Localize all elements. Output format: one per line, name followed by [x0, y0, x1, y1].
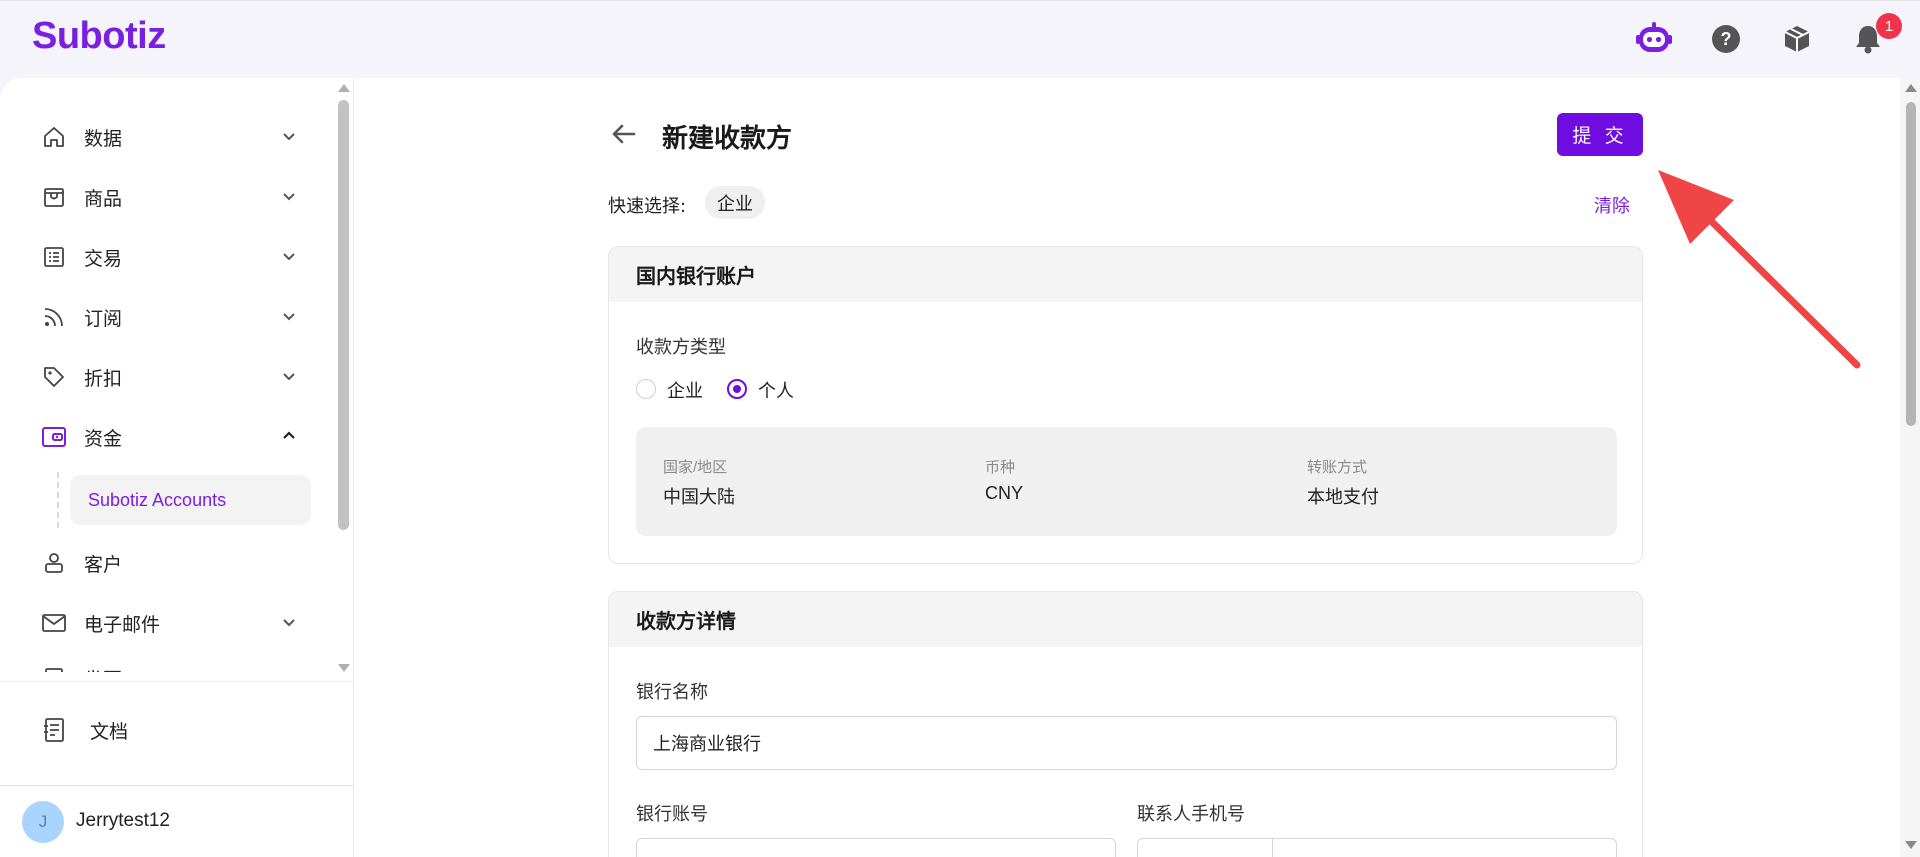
sidebar-item-label: 资金 [84, 427, 123, 450]
sidebar-item-products[interactable]: 商品 [40, 177, 300, 217]
radio-label-enterprise[interactable]: 企业 [667, 377, 703, 403]
sidebar-divider [0, 785, 353, 786]
sidebar-item-email[interactable]: 电子邮件 [40, 603, 300, 643]
chevron-down-icon [283, 313, 295, 321]
bank-name-input[interactable]: 上海商业银行 [636, 716, 1617, 770]
contact-phone-input[interactable] [1137, 838, 1617, 857]
scroll-down-arrow[interactable] [338, 664, 350, 672]
sidebar-item-label: 折扣 [84, 367, 123, 390]
package-icon[interactable] [1779, 21, 1815, 57]
scroll-down-arrow[interactable] [1905, 841, 1917, 849]
sidebar-item-label: 电子邮件 [84, 613, 161, 636]
card-title: 收款方详情 [609, 592, 1642, 647]
currency-caption: 币种 [985, 459, 1016, 476]
transfer-method-value: 本地支付 [1307, 487, 1379, 507]
help-icon[interactable]: ? [1708, 21, 1744, 57]
sidebar: 数据 商品 交易 订阅 折扣 资金 Subotiz Accounts 客户 电子… [0, 78, 354, 857]
country-value: 中国大陆 [663, 487, 735, 507]
sidebar-item-label: 商品 [84, 187, 123, 210]
back-arrow-icon[interactable] [608, 118, 640, 150]
main-scrollbar[interactable] [1902, 78, 1920, 857]
chevron-up-icon [283, 431, 295, 439]
sidebar-subitem-subotiz-accounts[interactable]: Subotiz Accounts [70, 475, 311, 525]
user-name[interactable]: Jerrytest12 [76, 810, 170, 832]
notification-badge: 1 [1876, 13, 1902, 39]
phone-prefix-divider [1272, 839, 1273, 857]
chevron-down-icon [283, 253, 295, 261]
main-scroll-thumb[interactable] [1906, 102, 1916, 426]
chevron-down-icon [280, 668, 298, 672]
chevron-down-icon [283, 619, 295, 627]
sidebar-item-label: 交易 [84, 247, 123, 270]
account-number-label: 银行账号 [636, 804, 708, 825]
currency-value: CNY [985, 483, 1024, 503]
avatar[interactable]: J [22, 801, 64, 843]
chevron-down-icon [283, 373, 295, 381]
page-title: 新建收款方 [662, 124, 793, 154]
scroll-up-arrow[interactable] [338, 84, 350, 92]
sidebar-divider [0, 681, 353, 682]
domestic-bank-account-card: 国内银行账户 收款方类型 企业 个人 国家/地区 中国大陆 币种 CNY 转账方… [608, 246, 1643, 564]
sidebar-item-label: 客户 [84, 553, 123, 576]
account-number-input[interactable] [636, 838, 1116, 857]
sidebar-item-docs[interactable]: 文档 [40, 710, 300, 750]
sidebar-item-subscriptions[interactable]: 订阅 [40, 297, 300, 337]
payee-details-card: 收款方详情 银行名称 上海商业银行 银行账号 联系人手机号 [608, 591, 1643, 857]
sidebar-item-label: 订阅 [84, 307, 123, 330]
sidebar-item-invoices[interactable]: 发票 [40, 658, 300, 672]
quick-select-chip-enterprise[interactable]: 企业 [705, 186, 765, 219]
transfer-method-caption: 转账方式 [1307, 459, 1368, 476]
submit-button[interactable]: 提 交 [1557, 113, 1643, 156]
home-icon [40, 123, 68, 151]
sidebar-scrollbar[interactable] [336, 78, 352, 678]
sidebar-item-customers[interactable]: 客户 [40, 543, 300, 583]
annotation-arrow [1658, 170, 1861, 369]
sidebar-item-label: 发票 [84, 665, 122, 673]
payee-type-label: 收款方类型 [636, 337, 726, 358]
sidebar-item-discounts[interactable]: 折扣 [40, 357, 300, 397]
app-logo[interactable]: Subotiz [32, 15, 166, 58]
chevron-down-icon [283, 193, 295, 201]
top-bar: Subotiz ? 1 [0, 0, 1920, 78]
mail-icon [40, 609, 68, 637]
radio-enterprise[interactable] [636, 379, 656, 399]
sidebar-item-data[interactable]: 数据 [40, 117, 300, 157]
tag-icon [40, 363, 68, 391]
list-icon [40, 243, 68, 271]
invoice-icon [40, 664, 68, 672]
sidebar-item-label: 数据 [84, 127, 123, 150]
sidebar-item-label: 文档 [90, 720, 129, 743]
radio-individual[interactable] [727, 379, 747, 399]
sidebar-scroll-thumb[interactable] [338, 100, 349, 530]
sidebar-item-transactions[interactable]: 交易 [40, 237, 300, 277]
submenu-guide-line [57, 472, 59, 528]
sidebar-clip: 发票 [0, 650, 336, 672]
chevron-down-icon [283, 133, 295, 141]
scroll-up-arrow[interactable] [1905, 84, 1917, 92]
sidebar-item-funds[interactable]: 资金 [40, 417, 300, 457]
store-icon [40, 183, 68, 211]
wallet-icon [40, 423, 68, 451]
card-title: 国内银行账户 [609, 247, 1642, 302]
customer-icon [40, 549, 68, 577]
clear-link[interactable]: 清除 [1594, 192, 1630, 218]
account-info-box: 国家/地区 中国大陆 币种 CNY 转账方式 本地支付 [636, 427, 1617, 536]
radio-label-individual[interactable]: 个人 [758, 377, 794, 403]
country-caption: 国家/地区 [663, 459, 728, 476]
bot-assistant-icon[interactable] [1636, 21, 1672, 57]
contact-phone-label: 联系人手机号 [1137, 804, 1245, 825]
docs-icon [40, 716, 68, 744]
rss-icon [40, 303, 68, 331]
bank-name-label: 银行名称 [636, 682, 708, 703]
quick-select-label: 快速选择: [608, 196, 687, 217]
svg-text:?: ? [1721, 29, 1732, 49]
